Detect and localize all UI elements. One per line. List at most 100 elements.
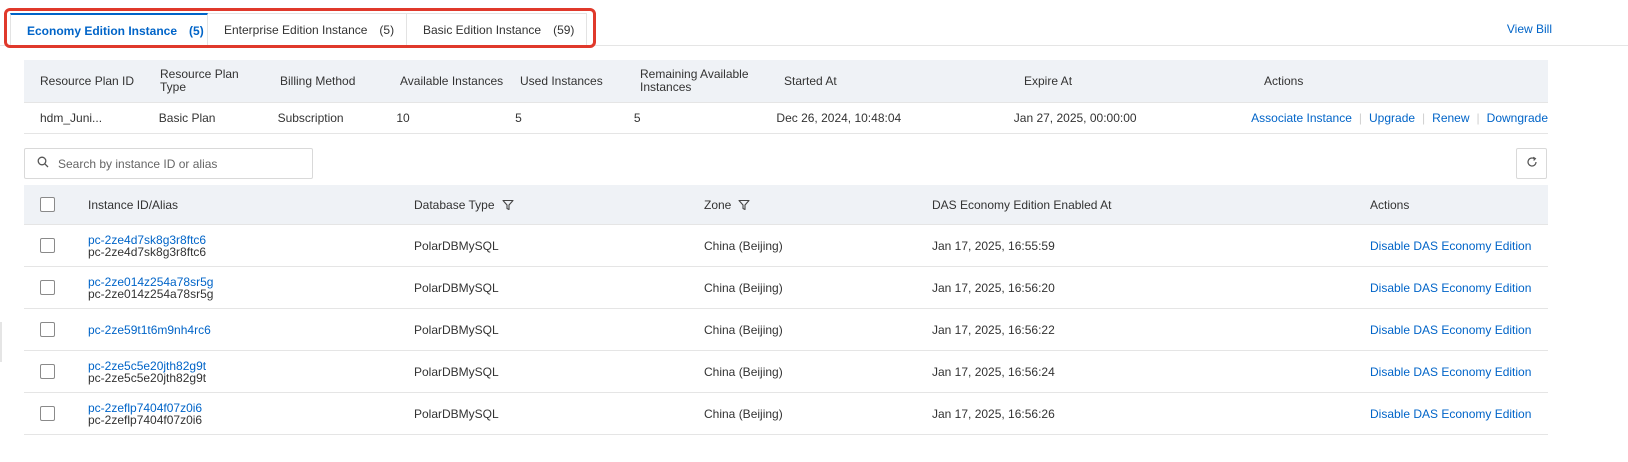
tab-count: (5) xyxy=(379,23,395,37)
col-actions: Actions xyxy=(1264,73,1304,88)
instance-id-cell: pc-2zeflp7404f07z0i6 pc-2zeflp7404f07z0i… xyxy=(88,402,414,426)
enabled-at: Jan 17, 2025, 16:56:24 xyxy=(932,364,1055,379)
zone: China (Beijing) xyxy=(704,238,783,253)
col-resource-plan-id: Resource Plan ID xyxy=(40,73,135,88)
tab-label: Economy Edition Instance xyxy=(27,23,178,38)
row-checkbox[interactable] xyxy=(40,364,55,379)
plan-table-header: Resource Plan ID Resource Plan Type Bill… xyxy=(24,60,1548,103)
available-instances: 10 xyxy=(396,110,410,125)
upgrade-link[interactable]: Upgrade xyxy=(1369,111,1415,125)
filter-icon[interactable] xyxy=(501,199,514,211)
disable-economy-edition-link[interactable]: Disable DAS Economy Edition xyxy=(1370,407,1531,421)
row-checkbox[interactable] xyxy=(40,406,55,421)
row-select-cell xyxy=(24,238,88,253)
tab-count: (5) xyxy=(189,23,204,38)
remaining-instances: 5 xyxy=(633,110,641,125)
instance-id-cell: pc-2ze5c5e20jth82g9t pc-2ze5c5e20jth82g9… xyxy=(88,360,414,384)
disable-economy-edition-link[interactable]: Disable DAS Economy Edition xyxy=(1370,365,1531,379)
col-zone: Zone xyxy=(704,198,932,212)
left-edge-marker xyxy=(0,322,2,362)
refresh-button[interactable] xyxy=(1516,148,1547,179)
associate-instance-link[interactable]: Associate Instance xyxy=(1251,111,1352,125)
database-type: PolarDBMySQL xyxy=(414,406,499,421)
zone: China (Beijing) xyxy=(704,322,783,337)
plan-type: Basic Plan xyxy=(158,110,216,125)
search-icon xyxy=(37,156,49,171)
table-row: pc-2ze59t1t6m9nh4rc6 PolarDBMySQL China … xyxy=(24,309,1548,351)
database-type: PolarDBMySQL xyxy=(414,280,499,295)
select-all-cell xyxy=(24,197,88,212)
zone: China (Beijing) xyxy=(704,406,783,421)
action-separator: | xyxy=(1422,110,1426,125)
col-available-instances: Available Instances xyxy=(400,73,504,88)
row-select-cell xyxy=(24,322,88,337)
table-row: pc-2ze5c5e20jth82g9t pc-2ze5c5e20jth82g9… xyxy=(24,351,1548,393)
row-checkbox[interactable] xyxy=(40,322,55,337)
instance-id-link[interactable]: pc-2ze5c5e20jth82g9t xyxy=(88,360,414,372)
enabled-at: Jan 17, 2025, 16:56:26 xyxy=(932,406,1055,421)
row-checkbox[interactable] xyxy=(40,280,55,295)
instance-id-link[interactable]: pc-2ze014z254a78sr5g xyxy=(88,276,414,288)
instance-alias: pc-2ze014z254a78sr5g xyxy=(88,286,214,301)
row-select-cell xyxy=(24,280,88,295)
col-database-type-label: Database Type xyxy=(414,197,495,212)
expire-at: Jan 27, 2025, 00:00:00 xyxy=(1013,110,1137,125)
instance-id-link[interactable]: pc-2ze59t1t6m9nh4rc6 xyxy=(88,324,414,336)
col-database-type: Database Type xyxy=(414,198,704,212)
downgrade-link[interactable]: Downgrade xyxy=(1487,111,1548,125)
search-input[interactable] xyxy=(58,156,298,171)
disable-economy-edition-link[interactable]: Disable DAS Economy Edition xyxy=(1370,281,1531,295)
refresh-icon xyxy=(1526,156,1538,171)
select-all-checkbox[interactable] xyxy=(40,197,55,212)
instance-id-cell: pc-2ze59t1t6m9nh4rc6 xyxy=(88,324,414,336)
row-select-cell xyxy=(24,364,88,379)
table-row: pc-2zeflp7404f07z0i6 pc-2zeflp7404f07z0i… xyxy=(24,393,1548,435)
started-at: Dec 26, 2024, 10:48:04 xyxy=(776,110,902,125)
col-resource-plan-type: Resource Plan Type xyxy=(160,67,239,94)
disable-economy-edition-link[interactable]: Disable DAS Economy Edition xyxy=(1370,239,1531,253)
col-billing-method: Billing Method xyxy=(280,73,356,88)
col-enabled-at: DAS Economy Edition Enabled At xyxy=(932,197,1112,212)
instance-search-box[interactable] xyxy=(24,148,313,179)
instance-table: Instance ID/Alias Database Type Zone DAS… xyxy=(24,185,1548,435)
row-select-cell xyxy=(24,406,88,421)
tab-enterprise-edition[interactable]: Enterprise Edition Instance (5) xyxy=(208,13,407,46)
plan-actions: Associate Instance | Upgrade | Renew | D… xyxy=(1235,110,1548,125)
instance-id-cell: pc-2ze4d7sk8g3r8ftc6 pc-2ze4d7sk8g3r8ftc… xyxy=(88,234,414,258)
filter-icon[interactable] xyxy=(738,199,750,211)
database-type: PolarDBMySQL xyxy=(414,238,499,253)
tab-economy-edition[interactable]: Economy Edition Instance (5) xyxy=(10,13,208,46)
col-zone-label: Zone xyxy=(704,197,732,212)
table-row: pc-2ze4d7sk8g3r8ftc6 pc-2ze4d7sk8g3r8ftc… xyxy=(24,225,1548,267)
used-instances: 5 xyxy=(515,110,522,125)
table-row: pc-2ze014z254a78sr5g pc-2ze014z254a78sr5… xyxy=(24,267,1548,309)
billing-method: Subscription xyxy=(277,110,344,125)
plan-row: hdm_Juni... Basic Plan Subscription 10 5… xyxy=(24,103,1548,134)
disable-economy-edition-link[interactable]: Disable DAS Economy Edition xyxy=(1370,323,1531,337)
instance-id-link[interactable]: pc-2zeflp7404f07z0i6 xyxy=(88,402,414,414)
enabled-at: Jan 17, 2025, 16:56:20 xyxy=(932,280,1055,295)
database-type: PolarDBMySQL xyxy=(414,322,499,337)
zone: China (Beijing) xyxy=(704,280,783,295)
zone: China (Beijing) xyxy=(704,364,783,379)
instance-alias: pc-2ze5c5e20jth82g9t xyxy=(88,370,207,385)
col-actions: Actions xyxy=(1370,197,1410,212)
view-bill-link[interactable]: View Bill xyxy=(1507,22,1552,36)
col-instance-id: Instance ID/Alias xyxy=(88,197,179,212)
tab-count: (59) xyxy=(553,23,575,37)
enabled-at: Jan 17, 2025, 16:56:22 xyxy=(932,322,1055,337)
edition-tabs: Economy Edition Instance (5) Enterprise … xyxy=(10,13,587,46)
tab-label: Basic Edition Instance xyxy=(423,23,542,37)
row-checkbox[interactable] xyxy=(40,238,55,253)
action-separator: | xyxy=(1358,110,1363,125)
col-started-at: Started At xyxy=(784,73,837,88)
instance-table-header: Instance ID/Alias Database Type Zone DAS… xyxy=(24,185,1548,225)
tab-basic-edition[interactable]: Basic Edition Instance (59) xyxy=(407,13,587,46)
database-type: PolarDBMySQL xyxy=(414,364,499,379)
renew-link[interactable]: Renew xyxy=(1432,111,1469,125)
plan-id: hdm_Juni... xyxy=(40,110,103,125)
instance-alias: pc-2ze4d7sk8g3r8ftc6 xyxy=(88,244,207,259)
col-remaining-instances: Remaining Available Instances xyxy=(640,67,749,94)
instance-id-link[interactable]: pc-2ze4d7sk8g3r8ftc6 xyxy=(88,234,414,246)
instance-id-cell: pc-2ze014z254a78sr5g pc-2ze014z254a78sr5… xyxy=(88,276,414,300)
